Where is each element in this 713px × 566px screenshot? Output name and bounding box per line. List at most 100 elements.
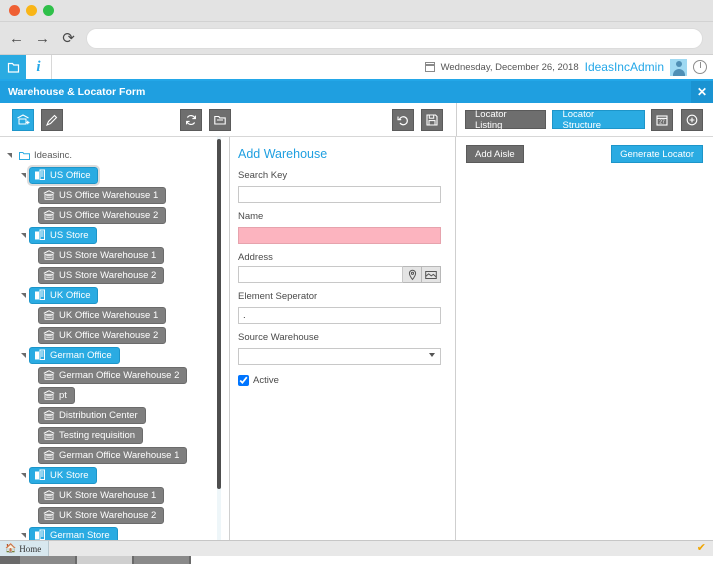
tree-node-office[interactable]: US Office: [29, 167, 98, 184]
tree-node-warehouse[interactable]: pt: [38, 387, 75, 404]
minimize-window-button[interactable]: [26, 5, 37, 16]
tree-node-office[interactable]: US Store: [29, 227, 97, 244]
tree-node-warehouse[interactable]: US Office Warehouse 2: [38, 207, 166, 224]
warehouse-tree-panel[interactable]: Ideasinc. US Office US Office Warehouse 1…: [0, 137, 230, 540]
toolbar-mid-group: [180, 109, 231, 131]
tree-row[interactable]: US Office: [0, 165, 229, 185]
tree-node-warehouse[interactable]: UK Office Warehouse 1: [38, 307, 166, 324]
power-icon[interactable]: [693, 60, 707, 74]
tree-node-office[interactable]: German Store: [29, 527, 118, 541]
map-pin-icon[interactable]: [403, 266, 422, 283]
toolbar-save-group: [392, 109, 443, 131]
tree-row-root[interactable]: Ideasinc.: [0, 145, 229, 165]
active-checkbox-row[interactable]: Active: [238, 375, 441, 386]
plus-circle-icon[interactable]: [681, 109, 703, 131]
tree-row[interactable]: US Office Warehouse 1: [0, 185, 229, 205]
undo-icon[interactable]: [392, 109, 414, 131]
tree-node-warehouse[interactable]: US Store Warehouse 2: [38, 267, 164, 284]
building-icon: [34, 469, 46, 481]
tree-row[interactable]: US Store: [0, 225, 229, 245]
tree-node-label: US Office Warehouse 2: [59, 210, 158, 221]
chevron-expand-icon[interactable]: [20, 291, 29, 300]
generate-locator-button[interactable]: Generate Locator: [611, 145, 703, 163]
add-warehouse-icon[interactable]: [12, 109, 34, 131]
chevron-expand-icon[interactable]: [20, 531, 29, 540]
tree-node-warehouse[interactable]: Distribution Center: [38, 407, 146, 424]
tab-locator-structure[interactable]: Locator Structure: [552, 110, 645, 129]
open-folder-icon[interactable]: [209, 109, 231, 131]
tree-row[interactable]: German Store: [0, 525, 229, 540]
save-floppy-icon[interactable]: [421, 109, 443, 131]
user-name[interactable]: IdeasIncAdmin: [585, 60, 664, 74]
edit-pencil-icon[interactable]: [41, 109, 63, 131]
tree-node-warehouse[interactable]: Testing requisition: [38, 427, 143, 444]
chevron-expand-icon[interactable]: [6, 151, 15, 160]
close-window-button[interactable]: [9, 5, 20, 16]
refresh-icon[interactable]: [180, 109, 202, 131]
form-toolbar: Locator Listing Locator Structure 27: [0, 103, 713, 137]
home-tab[interactable]: 🏠 Home: [0, 541, 49, 556]
map-card-icon[interactable]: [422, 266, 441, 283]
tree-row[interactable]: German Office Warehouse 1: [0, 445, 229, 465]
tree-node-warehouse[interactable]: US Store Warehouse 1: [38, 247, 164, 264]
check-mark-icon[interactable]: ✔: [697, 543, 706, 554]
forward-icon[interactable]: →: [34, 30, 51, 47]
taskbar-item[interactable]: [134, 556, 189, 564]
tree-node-office[interactable]: UK Office: [29, 287, 98, 304]
tree-row[interactable]: US Store Warehouse 2: [0, 265, 229, 285]
avatar[interactable]: [670, 59, 687, 76]
back-icon[interactable]: ←: [8, 30, 25, 47]
calendar-27-icon[interactable]: 27: [651, 109, 673, 131]
chevron-expand-icon[interactable]: [20, 171, 29, 180]
reload-icon[interactable]: ⟳: [60, 30, 77, 47]
tree-node-label: UK Office Warehouse 2: [59, 330, 158, 341]
tree-row[interactable]: UK Office Warehouse 1: [0, 305, 229, 325]
chevron-expand-icon[interactable]: [20, 471, 29, 480]
tree-row[interactable]: UK Store Warehouse 2: [0, 505, 229, 525]
tree-node-label: German Office Warehouse 2: [59, 370, 179, 381]
maximize-window-button[interactable]: [43, 5, 54, 16]
tree-node-warehouse[interactable]: German Office Warehouse 2: [38, 367, 187, 384]
source-warehouse-select[interactable]: [238, 348, 441, 365]
tree-node-office[interactable]: UK Store: [29, 467, 97, 484]
name-input[interactable]: [238, 227, 441, 244]
tree-row[interactable]: UK Store Warehouse 1: [0, 485, 229, 505]
tree-node-warehouse[interactable]: German Office Warehouse 1: [38, 447, 187, 464]
chevron-expand-icon[interactable]: [20, 351, 29, 360]
taskbar-item[interactable]: [77, 556, 132, 564]
warehouse-icon: [43, 189, 55, 201]
add-aisle-button[interactable]: Add Aisle: [466, 145, 524, 163]
tree-node-warehouse[interactable]: UK Store Warehouse 1: [38, 487, 164, 504]
tree-row[interactable]: Testing requisition: [0, 425, 229, 445]
tree-row[interactable]: German Office Warehouse 2: [0, 365, 229, 385]
active-checkbox[interactable]: [238, 375, 249, 386]
tree-row[interactable]: German Office: [0, 345, 229, 365]
tree-row[interactable]: US Office Warehouse 2: [0, 205, 229, 225]
chevron-expand-icon[interactable]: [20, 231, 29, 240]
address-input[interactable]: [238, 266, 403, 283]
tree-node-root[interactable]: Ideasinc.: [15, 147, 79, 164]
tree-row[interactable]: UK Office Warehouse 2: [0, 325, 229, 345]
tree-row[interactable]: US Store Warehouse 1: [0, 245, 229, 265]
tree-row[interactable]: UK Store: [0, 465, 229, 485]
tab-locator-listing[interactable]: Locator Listing: [465, 110, 546, 129]
tree-row[interactable]: UK Office: [0, 285, 229, 305]
tree-node-warehouse[interactable]: UK Office Warehouse 2: [38, 327, 166, 344]
header-spacer: [52, 55, 425, 79]
toolbar-locator-icons: 27: [651, 109, 713, 131]
tree-row[interactable]: Distribution Center: [0, 405, 229, 425]
tree-node-office[interactable]: German Office: [29, 347, 120, 364]
close-form-button[interactable]: ✕: [691, 81, 713, 103]
warehouse-icon: [43, 449, 55, 461]
search-key-input[interactable]: [238, 186, 441, 203]
info-tab[interactable]: i: [26, 55, 52, 79]
address-bar-input[interactable]: [86, 28, 703, 49]
tree-node-label: US Store Warehouse 1: [59, 250, 156, 261]
document-icon[interactable]: [0, 55, 26, 79]
taskbar-item[interactable]: [20, 556, 75, 564]
warehouse-icon: [43, 389, 55, 401]
tree-row[interactable]: pt: [0, 385, 229, 405]
tree-node-warehouse[interactable]: US Office Warehouse 1: [38, 187, 166, 204]
element-seperator-input[interactable]: [238, 307, 441, 324]
tree-node-warehouse[interactable]: UK Store Warehouse 2: [38, 507, 164, 524]
